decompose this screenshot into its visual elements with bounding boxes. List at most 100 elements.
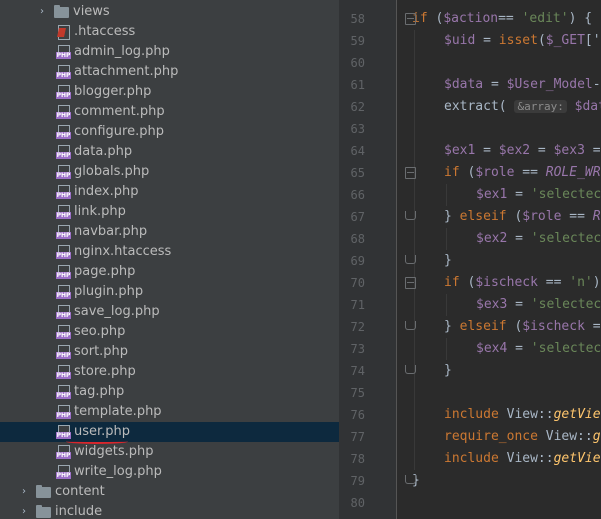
tree-item-label: admin_log.php bbox=[74, 44, 170, 59]
code-line-76[interactable]: include View::getVie bbox=[444, 404, 601, 426]
code-line-70[interactable]: if ($ischeck == 'n') bbox=[444, 272, 601, 294]
tree-file-item[interactable]: PHP write_log.php bbox=[0, 462, 339, 482]
editor-gutter[interactable]: 58 59 60 61 62 63 64 65 66 67 68 69 70 71 72 73 74 75 76 77… bbox=[339, 0, 397, 519]
indent-guide bbox=[446, 184, 447, 206]
tree-item-label: blogger.php bbox=[74, 84, 152, 99]
line-number: 62 bbox=[350, 100, 365, 114]
php-file-icon: PHP bbox=[56, 405, 71, 419]
tree-item-label: plugin.php bbox=[74, 284, 144, 299]
fold-marker-icon[interactable] bbox=[405, 13, 416, 25]
tree-file-item[interactable]: PHP comment.php bbox=[0, 102, 339, 122]
tree-file-item[interactable]: PHP blogger.php bbox=[0, 82, 339, 102]
tree-item-label: views bbox=[73, 4, 110, 19]
tree-file-item[interactable]: PHP attachment.php bbox=[0, 62, 339, 82]
tree-file-item[interactable]: PHP navbar.php bbox=[0, 222, 339, 242]
fold-end-icon[interactable] bbox=[405, 321, 416, 330]
fold-marker-icon[interactable] bbox=[405, 277, 416, 289]
tree-item-label: include bbox=[55, 504, 103, 519]
tree-file-item[interactable]: PHP seo.php bbox=[0, 322, 339, 342]
chevron-right-icon[interactable]: › bbox=[18, 482, 30, 502]
php-file-icon: PHP bbox=[56, 45, 71, 59]
project-tree-panel[interactable]: › views .htaccess PHP admin_log.php PHP attach… bbox=[0, 0, 339, 519]
tree-item-label: attachment.php bbox=[74, 64, 179, 79]
tree-file-item[interactable]: PHP page.php bbox=[0, 262, 339, 282]
code-line-58[interactable]: if ($action== 'edit') { bbox=[412, 8, 592, 30]
tree-file-item[interactable]: PHP save_log.php bbox=[0, 302, 339, 322]
code-line-59[interactable]: $uid = isset($_GET[' bbox=[444, 30, 601, 52]
fold-marker-icon[interactable] bbox=[405, 167, 416, 179]
tree-file-item[interactable]: PHP tag.php bbox=[0, 382, 339, 402]
tree-file-item[interactable]: PHP store.php bbox=[0, 362, 339, 382]
fold-end-icon[interactable] bbox=[405, 475, 416, 484]
tree-file-item[interactable]: PHP admin_log.php bbox=[0, 42, 339, 62]
code-line-73[interactable]: $ex4 = 'selectec bbox=[476, 338, 601, 360]
php-file-icon: PHP bbox=[56, 185, 71, 199]
line-number: 59 bbox=[350, 34, 365, 48]
line-number: 75 bbox=[350, 386, 365, 400]
php-file-icon: PHP bbox=[56, 205, 71, 219]
php-file-icon: PHP bbox=[56, 105, 71, 119]
tree-item-label: tag.php bbox=[74, 384, 125, 399]
code-line-72[interactable]: } elseif ($ischeck = bbox=[444, 316, 601, 338]
code-line-61[interactable]: $data = $User_Model- bbox=[444, 74, 601, 96]
indent-guide bbox=[446, 294, 447, 316]
indent-guide bbox=[446, 228, 447, 250]
inlay-hint: &array: bbox=[514, 100, 567, 113]
indent-guide bbox=[414, 30, 415, 470]
tree-folder-content[interactable]: › content bbox=[0, 482, 339, 502]
tree-item-label: index.php bbox=[74, 184, 139, 199]
fold-end-icon[interactable] bbox=[405, 365, 416, 374]
line-number: 58 bbox=[350, 12, 365, 26]
chevron-right-icon[interactable]: › bbox=[36, 2, 48, 22]
tree-item-label: template.php bbox=[74, 404, 162, 419]
code-line-69[interactable]: } bbox=[444, 250, 452, 272]
tree-file-item[interactable]: PHP template.php bbox=[0, 402, 339, 422]
tree-file-item[interactable]: PHP data.php bbox=[0, 142, 339, 162]
code-line-78[interactable]: include View::getVie bbox=[444, 448, 601, 470]
line-number: 77 bbox=[350, 430, 365, 444]
code-line-65[interactable]: if ($role == ROLE_WR bbox=[444, 162, 601, 184]
php-file-icon: PHP bbox=[56, 85, 71, 99]
folder-icon bbox=[54, 5, 69, 18]
tree-file-item[interactable]: PHP plugin.php bbox=[0, 282, 339, 302]
tree-item-label: data.php bbox=[74, 144, 133, 159]
tree-file-item[interactable]: PHP nginx.htaccess bbox=[0, 242, 339, 262]
code-editor[interactable]: if ($action== 'edit') { $uid = isset($_G… bbox=[397, 0, 601, 519]
php-file-icon: PHP bbox=[56, 145, 71, 159]
code-line-64[interactable]: $ex1 = $ex2 = $ex3 = bbox=[444, 140, 601, 162]
config-file-icon: PHP bbox=[56, 245, 71, 259]
php-file-icon: PHP bbox=[56, 465, 71, 479]
tree-folder-include[interactable]: › include bbox=[0, 502, 339, 519]
code-line-68[interactable]: $ex2 = 'selectec bbox=[476, 228, 601, 250]
chevron-right-icon[interactable]: › bbox=[18, 502, 30, 519]
tree-file-item[interactable]: PHP link.php bbox=[0, 202, 339, 222]
line-number: 79 bbox=[350, 474, 365, 488]
php-file-icon: PHP bbox=[56, 65, 71, 79]
line-number: 76 bbox=[350, 408, 365, 422]
php-file-icon: PHP bbox=[56, 445, 71, 459]
code-line-62[interactable]: extract( &array: $data bbox=[444, 96, 601, 118]
tree-file-item[interactable]: PHP globals.php bbox=[0, 162, 339, 182]
code-line-71[interactable]: $ex3 = 'selectec bbox=[476, 294, 601, 316]
tree-item-label: sort.php bbox=[74, 344, 129, 359]
line-number: 69 bbox=[350, 254, 365, 268]
fold-end-icon[interactable] bbox=[405, 255, 416, 264]
code-line-74[interactable]: } bbox=[444, 360, 452, 382]
tree-file-item[interactable]: .htaccess bbox=[0, 22, 339, 42]
code-line-77[interactable]: require_once View::g bbox=[444, 426, 601, 448]
tree-file-item[interactable]: PHP index.php bbox=[0, 182, 339, 202]
line-number: 66 bbox=[350, 188, 365, 202]
tree-file-item[interactable]: PHP sort.php bbox=[0, 342, 339, 362]
tree-folder-views[interactable]: › views bbox=[0, 2, 339, 22]
code-line-66[interactable]: $ex1 = 'selectec bbox=[476, 184, 601, 206]
tree-file-item[interactable]: PHP widgets.php bbox=[0, 442, 339, 462]
tree-item-label: content bbox=[55, 484, 105, 499]
php-file-icon: PHP bbox=[56, 385, 71, 399]
tree-file-item[interactable]: PHP configure.php bbox=[0, 122, 339, 142]
fold-end-icon[interactable] bbox=[405, 211, 416, 220]
php-file-icon: PHP bbox=[56, 325, 71, 339]
line-number: 78 bbox=[350, 452, 365, 466]
tree-file-item[interactable]: PHP user.php bbox=[0, 422, 339, 444]
code-line-67[interactable]: } elseif ($role == R bbox=[444, 206, 601, 228]
line-number: 60 bbox=[350, 56, 365, 70]
